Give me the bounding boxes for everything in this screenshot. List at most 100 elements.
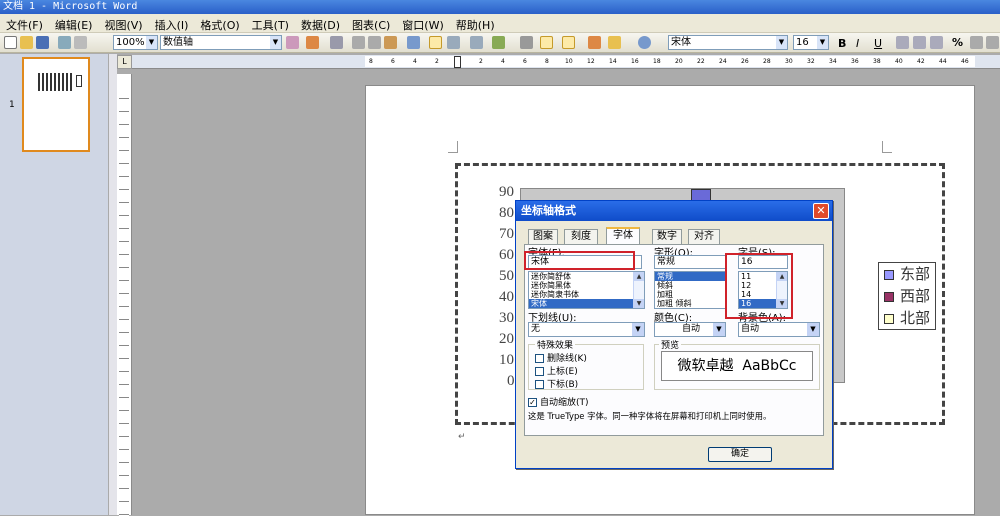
dialog-title-bar[interactable]: 坐标轴格式 [516,201,832,221]
chevron-down-icon[interactable]: ▼ [146,36,157,49]
cut-icon[interactable] [352,36,365,49]
menu-chart[interactable]: 图表(C) [346,14,396,33]
list-item[interactable]: 迷你简隶书体 [529,290,644,299]
list-item-selected[interactable]: 宋体 [529,299,644,308]
checkbox-box[interactable] [535,354,544,363]
color-combo[interactable]: 自动 ▼ [654,322,726,337]
italic-button[interactable]: I [856,37,859,50]
checkbox-box[interactable]: ✓ [528,398,537,407]
legend-item: 西部 [884,287,930,305]
tab-font[interactable]: 字体 [606,227,640,245]
list-item[interactable]: 迷你简黑体 [529,281,644,290]
subscript-checkbox[interactable]: 下标(B) [535,377,578,390]
undo-icon[interactable] [407,36,420,49]
legend-label: 北部 [900,309,931,327]
fill-color-icon[interactable] [608,36,621,49]
tab-scale[interactable]: 刻度 [564,229,598,244]
indent-marker[interactable] [454,56,461,68]
list-item[interactable]: 加粗 [655,290,725,299]
menu-format[interactable]: 格式(O) [194,14,245,33]
effects-group-label: 特殊效果 [535,338,576,351]
zoom-combo[interactable]: 100% ▼ [113,35,158,50]
print-icon[interactable] [58,36,71,49]
percent-style-button[interactable]: % [952,36,963,49]
menu-data[interactable]: 数据(D) [295,14,346,33]
print-preview-icon[interactable] [74,36,87,49]
ruler-mark: 46 [961,58,969,65]
list-item[interactable]: 加粗 倾斜 [655,299,725,308]
scroll-up-icon[interactable]: ▲ [634,272,644,281]
vertical-ruler[interactable] [117,74,132,516]
menu-insert[interactable]: 插入(I) [149,14,195,33]
close-icon[interactable]: ✕ [813,203,829,219]
tab-number[interactable]: 数字 [652,229,682,244]
chevron-down-icon[interactable]: ▼ [776,36,787,49]
strikethrough-checkbox[interactable]: 删除线(K) [535,351,587,364]
menu-tools[interactable]: 工具(T) [246,14,295,33]
menu-view[interactable]: 视图(V) [98,14,148,33]
chart-object-combo[interactable]: 数值轴 ▼ [160,35,282,50]
font-style-field[interactable]: 常规 [654,255,726,269]
scroll-down-icon[interactable]: ▼ [634,299,644,308]
gridlines-icon[interactable] [520,36,533,49]
align-center-icon[interactable] [913,36,926,49]
comma-style-icon[interactable] [970,36,983,49]
draw-icon[interactable] [588,36,601,49]
ok-button[interactable]: 确定 [708,447,772,462]
open-folder-icon[interactable] [20,36,33,49]
font-size-combo[interactable]: 16 ▼ [793,35,829,50]
list-item[interactable]: 迷你简舒体 [529,272,644,281]
autoscale-checkbox[interactable]: ✓ 自动缩放(T) [528,395,589,408]
zoom-value: 100% [116,37,145,48]
align-left-icon[interactable] [896,36,909,49]
background-combo[interactable]: 自动 ▼ [738,322,820,337]
tab-selector-button[interactable]: L [117,55,132,69]
menu-edit[interactable]: 编辑(E) [49,14,99,33]
help-icon[interactable] [638,36,651,49]
bold-button[interactable]: B [838,37,846,50]
increase-decimal-icon[interactable] [986,36,999,49]
chevron-down-icon[interactable]: ▼ [632,323,644,336]
y-axis-labels[interactable]: 90 80 70 60 50 40 30 20 10 0 [495,184,517,394]
underline-combo[interactable]: 无 ▼ [528,322,645,337]
font-name-list[interactable]: 迷你简舒体 迷你简黑体 迷你简隶书体 宋体 ▲ ▼ [528,271,645,309]
data-table-icon[interactable] [470,36,483,49]
menu-file[interactable]: 文件(F) [0,14,49,33]
font-style-list[interactable]: 常规 倾斜 加粗 加粗 倾斜 [654,271,726,309]
new-document-icon[interactable] [4,36,17,49]
chevron-down-icon[interactable]: ▼ [817,36,828,49]
legend-icon[interactable] [330,36,343,49]
ruler-mark: 6 [391,58,395,65]
superscript-checkbox[interactable]: 上标(E) [535,364,578,377]
align-right-icon[interactable] [930,36,943,49]
category-axis-gridlines-icon[interactable] [540,36,553,49]
checkbox-box[interactable] [535,367,544,376]
value-axis-gridlines-icon[interactable] [562,36,575,49]
chart-legend[interactable]: 东部 西部 北部 [878,262,936,330]
datasheet-icon[interactable] [429,36,442,49]
chart-type-dropdown-icon[interactable] [492,36,505,49]
format-axis-icon[interactable] [286,36,299,49]
save-icon[interactable] [36,36,49,49]
tab-patterns[interactable]: 图案 [528,229,558,244]
list-item[interactable]: 倾斜 [655,281,725,290]
chevron-down-icon[interactable]: ▼ [270,36,281,49]
tab-alignment[interactable]: 对齐 [688,229,720,244]
paste-icon[interactable] [384,36,397,49]
copy-icon[interactable] [368,36,381,49]
font-name-combo[interactable]: 宋体 ▼ [668,35,788,50]
chevron-down-icon[interactable]: ▼ [713,323,725,336]
list-item-selected[interactable]: 常规 [655,272,725,281]
page-thumbnail[interactable] [22,57,90,152]
menu-help[interactable]: 帮助(H) [450,14,501,33]
chevron-down-icon[interactable]: ▼ [807,323,819,336]
splitter-bar[interactable] [108,54,117,515]
menu-window[interactable]: 窗口(W) [396,14,449,33]
legend-item: 北部 [884,309,930,327]
checkbox-box[interactable] [535,380,544,389]
underline-button[interactable]: U [874,37,882,50]
scrollbar[interactable]: ▲ ▼ [633,272,644,308]
chart-type-icon[interactable] [306,36,319,49]
underline-value: 无 [531,324,541,334]
by-column-icon[interactable] [447,36,460,49]
